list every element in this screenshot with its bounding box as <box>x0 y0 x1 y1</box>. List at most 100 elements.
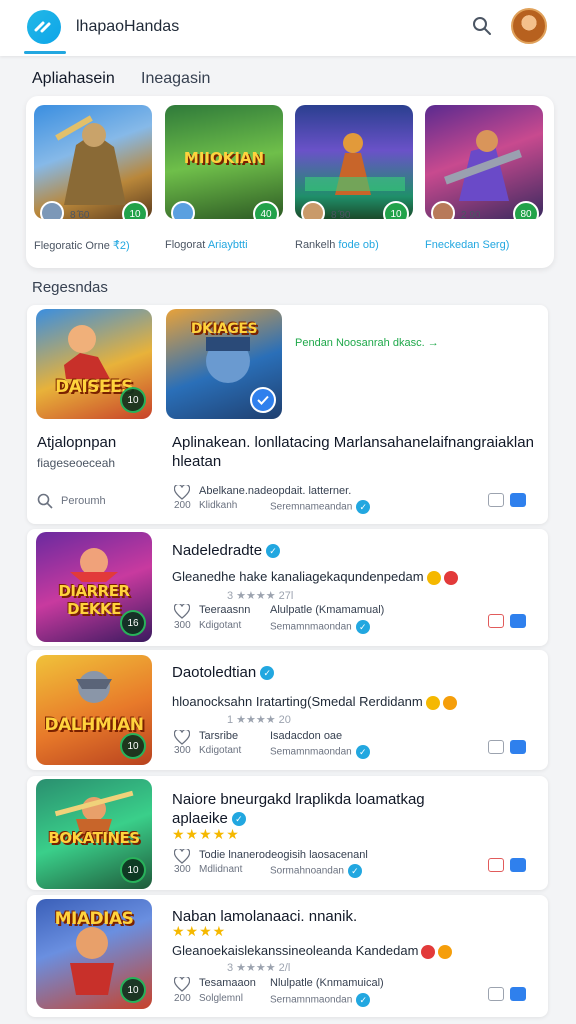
card-count: 300 <box>174 864 191 875</box>
featured-item[interactable]: MIIOKIAN 40 Flogorat Ariaybtti <box>165 105 283 251</box>
emoji-icon <box>426 570 441 585</box>
verified-icon: ✓ <box>356 993 371 1007</box>
favorite-button[interactable] <box>174 729 190 745</box>
card-meta: Klidkanh <box>199 500 238 511</box>
featured-thumbnail[interactable]: 8 ̂90 10 <box>295 105 413 219</box>
featured-caption: Flegoratic Orne ₹̂2) <box>34 240 130 252</box>
inline-search-label: Peroumh <box>61 495 106 507</box>
list-card[interactable]: DALHMIAN 10 Daotoledtian ✓ hloanocksahn I… <box>27 650 548 770</box>
user-avatar[interactable] <box>511 8 547 44</box>
card-left-title: Atjalopnpan <box>37 434 117 451</box>
verified-icon: ✓ <box>356 500 371 514</box>
heart-icon <box>174 729 190 745</box>
star-rating: ★★★★ <box>172 923 227 939</box>
featured-caption: Flogorat Ariaybtti <box>165 239 248 251</box>
card-count: 200 <box>174 500 191 511</box>
card-meta: Kdigotant <box>199 620 242 631</box>
save-button[interactable] <box>510 493 526 507</box>
heart-icon <box>174 976 190 992</box>
creator-avatar <box>301 201 325 219</box>
list-card[interactable]: DAISEES 10 DKIAGES Pendan Noosanrah dkas… <box>27 305 548 524</box>
share-button[interactable] <box>488 987 504 1001</box>
top-app-bar: lhapaoHandas <box>0 0 576 56</box>
heart-icon <box>174 603 190 619</box>
card-count: 200 <box>174 993 191 1004</box>
favorite-button[interactable] <box>174 603 190 619</box>
favorite-button[interactable] <box>174 976 190 992</box>
emoji-icon <box>425 695 440 710</box>
featured-meta: 8 ̂90 <box>331 210 351 219</box>
list-card[interactable]: DIARRER DEKKE 16 Nadeledradte ✓ Gleanedhe… <box>27 529 548 646</box>
verified-icon: ✓ <box>355 745 370 759</box>
search-icon <box>37 493 53 509</box>
card-meta: Solglemnl <box>199 993 243 1004</box>
card-meta: Semamnmaondan ✓ <box>270 620 370 634</box>
share-button[interactable] <box>488 493 504 507</box>
featured-badge: 40 <box>253 201 279 219</box>
save-button[interactable] <box>510 740 526 754</box>
save-button[interactable] <box>510 858 526 872</box>
share-button[interactable] <box>488 740 504 754</box>
card-meta: Mdlidnant <box>199 864 243 875</box>
verified-badge <box>250 387 276 413</box>
list-card[interactable]: BOKATINES 10 Naiore bneurgakd lraplikda … <box>27 776 548 890</box>
card-meta: Sernamnmaondan ✓ <box>270 993 371 1007</box>
search-button[interactable] <box>468 12 496 40</box>
list-card[interactable]: MIADIAS 10 Naban lamolanaaci. nnanik. ★★… <box>27 895 548 1017</box>
logo-active-indicator <box>24 51 66 54</box>
verified-icon: ✓ <box>355 620 370 634</box>
game-thumbnail[interactable]: DAISEES 10 <box>36 309 152 419</box>
card-count: 300 <box>174 745 191 756</box>
card-footer-text: Abelkane.nadeopdait. latterner. <box>199 485 352 497</box>
verified-icon: ✓ <box>231 812 246 827</box>
card-badge: 16 <box>120 610 146 636</box>
card-meta: Seremnameandan ✓ <box>270 500 371 514</box>
share-button[interactable] <box>488 858 504 872</box>
card-footer-text: Nlulpatle (Knmamuical) <box>270 977 384 989</box>
featured-thumbnail[interactable]: 2 90 80 <box>425 105 543 219</box>
star-rating: ★★★★★ <box>172 826 240 842</box>
card-title: Aplinakean. lonllatacing Marlansahanelai… <box>172 434 534 470</box>
game-thumbnail[interactable]: MIADIAS 10 <box>36 899 152 1009</box>
featured-caption: Fneckedan Serg) <box>425 239 510 251</box>
emoji-icon <box>443 570 458 585</box>
check-icon <box>257 395 269 405</box>
favorite-button[interactable] <box>174 848 190 864</box>
card-cta-link[interactable]: Pendan Noosanrah dkasc. → <box>295 337 439 349</box>
game-thumbnail[interactable]: DKIAGES <box>166 309 282 419</box>
app-logo-icon[interactable] <box>27 10 61 44</box>
save-button[interactable] <box>510 614 526 628</box>
thumbnail-title: DKIAGES <box>190 321 258 337</box>
card-meta: Semamnmaondan ✓ <box>270 745 370 759</box>
inline-search[interactable]: Peroumh <box>37 493 106 509</box>
card-meta: Sormahnoandan ✓ <box>270 864 362 878</box>
game-thumbnail[interactable]: DIARRER DEKKE 16 <box>36 532 152 642</box>
emoji-icon <box>442 695 457 710</box>
share-button[interactable] <box>488 614 504 628</box>
heart-icon <box>174 484 190 500</box>
tab-secondary[interactable]: Ineagasin <box>141 70 210 88</box>
thumbnail-title: BOKATINES <box>48 829 140 847</box>
featured-meta: 2 90 <box>461 210 481 219</box>
card-badge: 10 <box>120 387 146 413</box>
featured-thumbnail[interactable]: MIIOKIAN 40 <box>165 105 283 219</box>
rating-text: 1 ★★★★ 20 <box>227 714 291 726</box>
rating-text: 3 ★★★★ 2/l <box>227 962 291 974</box>
card-left-subtitle: fiageseoeceah <box>37 456 116 470</box>
featured-item[interactable]: 8 ̂90 10 Rankelh fode ob) <box>295 105 413 251</box>
card-title: Daotoledtian ✓ <box>172 663 275 682</box>
thumbnail-title: DALHMIAN <box>44 715 144 735</box>
card-title: Naiore bneurgakd lraplikda loamatkag apl… <box>172 791 425 827</box>
featured-art-title: MIIOKIAN <box>183 149 265 167</box>
save-button[interactable] <box>510 987 526 1001</box>
tab-primary[interactable]: Apliahasein <box>32 70 115 88</box>
game-thumbnail[interactable]: BOKATINES 10 <box>36 779 152 889</box>
featured-thumbnail[interactable]: 8 ̂60 10 <box>34 105 152 219</box>
featured-item[interactable]: 2 90 80 Fneckedan Serg) <box>425 105 543 251</box>
creator-avatar <box>171 201 195 219</box>
favorite-button[interactable] <box>174 484 190 500</box>
card-footer-text: Todie lnanerodeogisih laosacenanl <box>199 849 368 861</box>
heart-icon <box>174 848 190 864</box>
game-thumbnail[interactable]: DALHMIAN 10 <box>36 655 152 765</box>
featured-item[interactable]: 8 ̂60 10 Flegoratic Orne ₹̂2) <box>34 105 152 252</box>
